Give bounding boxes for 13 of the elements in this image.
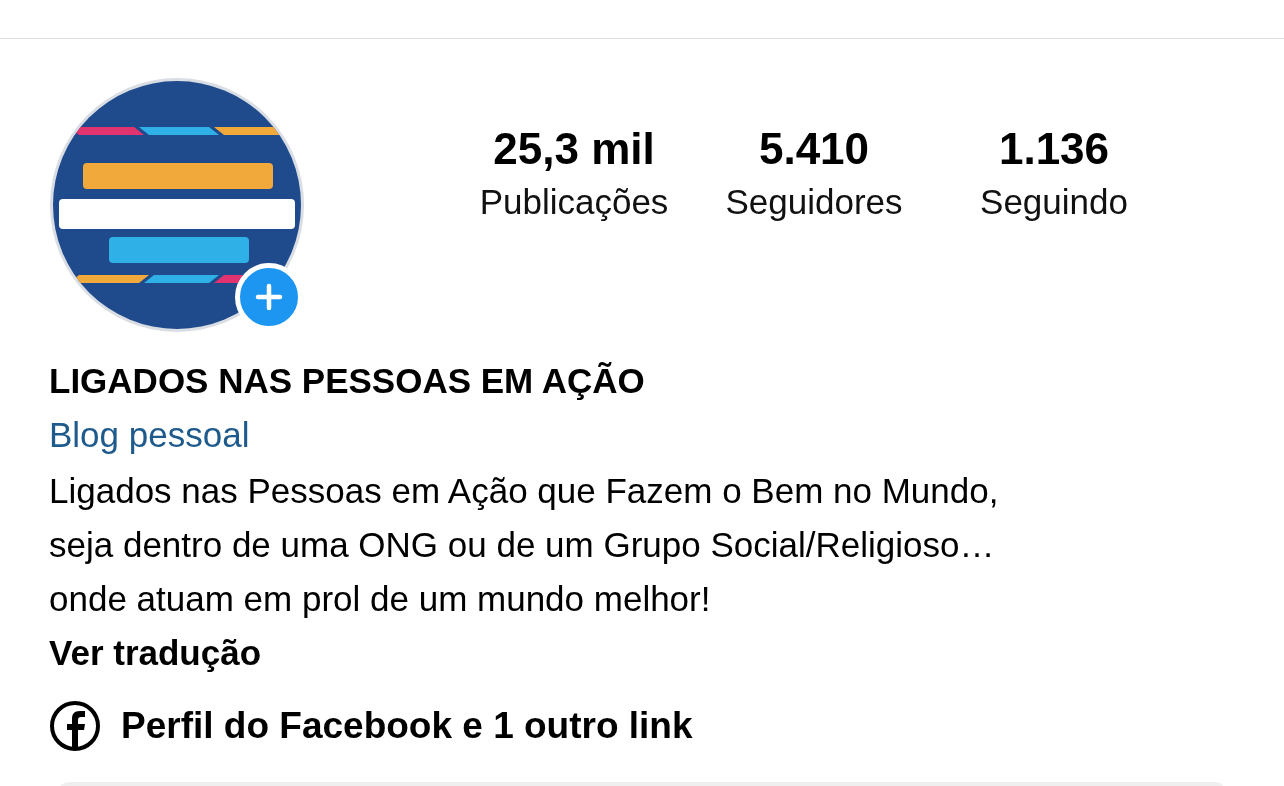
stat-count: 5.410 [758,122,870,175]
translate-link[interactable]: Ver tradução [49,626,262,680]
facebook-icon [49,700,101,752]
profile-bio: Ligados nas Pessoas em Ação que Fazem o Bem no Mundo, seja dentro de uma ONG ou de um Grupo Social/Religioso… onde atuam em prol de um mundo melhor! [49,470,1000,620]
profile-name: LIGADOS NAS PESSOAS EM AÇÃO [49,360,646,402]
external-links[interactable]: Perfil do Facebook e 1 outro link [121,705,693,747]
stat-label: Seguidores [725,180,903,223]
plus-icon [255,282,283,311]
stat-count: 1.136 [998,122,1110,175]
stat-label: Publicações [479,180,669,223]
stat-count: 25,3 mil [493,122,655,175]
profile-category: Blog pessoal [49,414,251,456]
stat-label: Seguindo [980,180,1128,223]
